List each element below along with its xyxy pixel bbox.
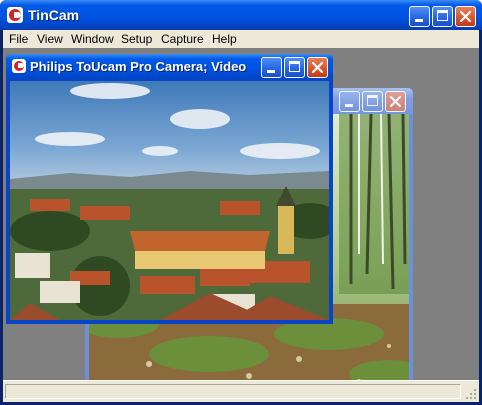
maximize-button[interactable] (432, 6, 453, 27)
menu-setup[interactable]: Setup (121, 32, 152, 46)
main-title-bar[interactable]: TinCam (0, 0, 482, 30)
philips-camera-window[interactable]: Philips ToUcam Pro Camera; Video (6, 54, 333, 324)
camera-video-feed[interactable] (10, 81, 329, 320)
town-image (10, 81, 329, 320)
menu-help[interactable]: Help (212, 32, 237, 46)
close-icon (311, 61, 324, 74)
close-icon (389, 95, 402, 108)
maximize-icon (289, 61, 300, 72)
window-title: TinCam (28, 7, 80, 23)
menu-window[interactable]: Window (71, 32, 114, 46)
mdi-workspace: Philips ToUcam Pro Camera; Video (3, 48, 479, 397)
status-bar (3, 380, 479, 402)
minimize-icon (345, 104, 353, 107)
minimize-icon (415, 19, 423, 22)
tincam-logo-icon[interactable] (7, 7, 23, 23)
camera-maximize-button[interactable] (284, 57, 305, 78)
forest-minimize-button[interactable] (339, 91, 360, 112)
tincam-logo-icon (12, 59, 26, 73)
maximize-icon (437, 10, 448, 21)
camera-window-title: Philips ToUcam Pro Camera; Video (30, 59, 247, 74)
minimize-icon (267, 70, 275, 73)
menu-bar: File View Window Setup Capture Help (3, 30, 479, 48)
menu-file[interactable]: File (9, 32, 28, 46)
close-icon (459, 10, 472, 23)
camera-minimize-button[interactable] (261, 57, 282, 78)
maximize-icon (367, 95, 378, 106)
camera-window-title-bar[interactable]: Philips ToUcam Pro Camera; Video (6, 54, 333, 80)
tincam-main-window: TinCam File View Window Setup Capture He… (0, 0, 482, 405)
status-pane (5, 384, 461, 399)
close-button[interactable] (455, 6, 476, 27)
forest-close-button[interactable] (385, 91, 406, 112)
menu-view[interactable]: View (37, 32, 63, 46)
minimize-button[interactable] (409, 6, 430, 27)
menu-capture[interactable]: Capture (161, 32, 204, 46)
resize-grip-icon[interactable] (465, 388, 477, 400)
forest-maximize-button[interactable] (362, 91, 383, 112)
camera-close-button[interactable] (307, 57, 328, 78)
